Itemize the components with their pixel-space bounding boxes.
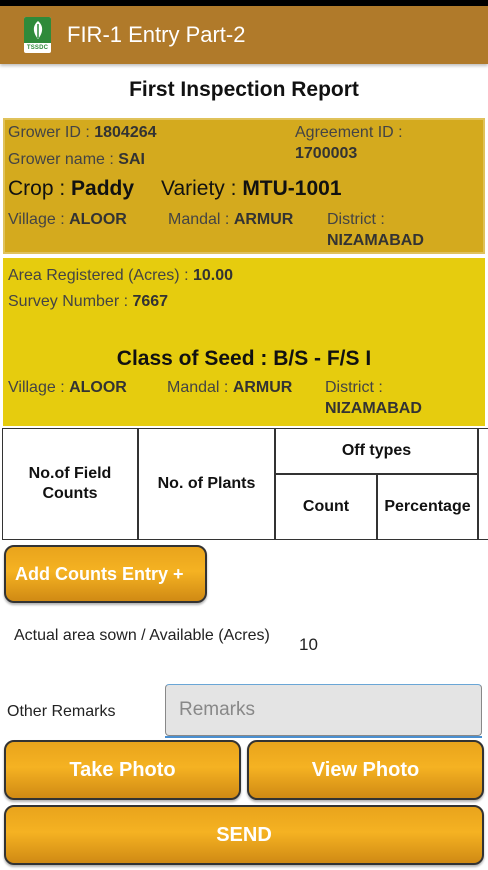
grower-name-row: Grower name : SAI <box>8 151 145 169</box>
add-counts-entry-button[interactable]: Add Counts Entry + <box>4 545 207 603</box>
leaf-icon <box>24 17 51 43</box>
survey-value: 7667 <box>132 293 169 310</box>
survey-label: Survey Number : <box>8 293 133 310</box>
village-label: Village : <box>8 211 70 228</box>
header-field-counts: No.of Field Counts <box>2 428 138 540</box>
view-photo-button[interactable]: View Photo <box>247 740 484 800</box>
send-button[interactable]: SEND <box>4 805 484 865</box>
actual-area-value: 10 <box>299 635 318 654</box>
grower-name-label: Grower name : <box>8 151 119 168</box>
village-row: Village : ALOOR <box>8 211 127 229</box>
crop-label: Crop : <box>8 177 72 200</box>
field-village-label: Village : <box>8 379 70 396</box>
variety-label: Variety : <box>161 177 243 200</box>
field-counts-table: No.of Field Counts No. of Plants Off typ… <box>2 428 488 542</box>
remarks-input[interactable]: Remarks <box>165 684 482 736</box>
area-row: Area Registered (Acres) : 10.00 <box>8 267 233 285</box>
class-of-seed-value: B/S - F/S I <box>273 347 372 370</box>
app-bar: TSSDC FIR-1 Entry Part-2 <box>0 6 488 64</box>
variety-row: Variety : MTU-1001 <box>161 177 342 201</box>
header-overflow-column <box>478 428 488 540</box>
field-mandal-row: Mandal : ARMUR <box>167 379 292 397</box>
mandal-value: ARMUR <box>233 211 294 228</box>
district-label: District : <box>327 211 385 228</box>
take-photo-button[interactable]: Take Photo <box>4 740 241 800</box>
field-mandal-value: ARMUR <box>232 379 293 396</box>
grower-id-value: 1804264 <box>94 124 157 141</box>
header-percentage: Percentage <box>377 474 478 540</box>
district-value: NIZAMABAD <box>327 232 424 249</box>
grower-id-row: Grower ID : 1804264 <box>8 124 157 142</box>
survey-row: Survey Number : 7667 <box>8 293 168 311</box>
class-of-seed-row: Class of Seed : B/S - F/S I <box>3 347 485 371</box>
class-of-seed-label: Class of Seed : <box>116 347 274 370</box>
logo-text: TSSDC <box>26 45 49 51</box>
mandal-label: Mandal : <box>168 211 234 228</box>
header-off-types: Off types <box>275 428 478 474</box>
field-village-value: ALOOR <box>69 379 127 396</box>
crop-value: Paddy <box>71 177 135 200</box>
field-district-label: District : <box>325 379 383 396</box>
report-title: First Inspection Report <box>129 78 359 101</box>
area-value: 10.00 <box>192 267 233 284</box>
crop-row: Crop : Paddy <box>8 177 134 201</box>
field-mandal-label: Mandal : <box>167 379 233 396</box>
field-info-panel: Area Registered (Acres) : 10.00 Survey N… <box>3 258 485 426</box>
actual-area-label: Actual area sown / Available (Acres) <box>14 627 270 644</box>
header-count: Count <box>275 474 377 540</box>
grower-id-label: Grower ID : <box>8 124 95 141</box>
field-village-row: Village : ALOOR <box>8 379 127 397</box>
agreement-id-label: Agreement ID : <box>295 124 403 141</box>
app-title: FIR-1 Entry Part-2 <box>67 22 246 47</box>
remarks-input-underline <box>165 736 482 738</box>
variety-value: MTU-1001 <box>242 177 342 200</box>
header-plants: No. of Plants <box>138 428 275 540</box>
grower-name-value: SAI <box>118 151 145 168</box>
area-label: Area Registered (Acres) : <box>8 267 193 284</box>
mandal-row: Mandal : ARMUR <box>168 211 293 229</box>
field-district-value: NIZAMABAD <box>325 400 422 417</box>
tssdc-logo: TSSDC <box>24 17 51 53</box>
agreement-id-value: 1700003 <box>295 145 358 162</box>
other-remarks-label: Other Remarks <box>7 703 116 720</box>
grower-info-panel: Grower ID : 1804264 Agreement ID : 17000… <box>3 118 485 254</box>
village-value: ALOOR <box>69 211 127 228</box>
